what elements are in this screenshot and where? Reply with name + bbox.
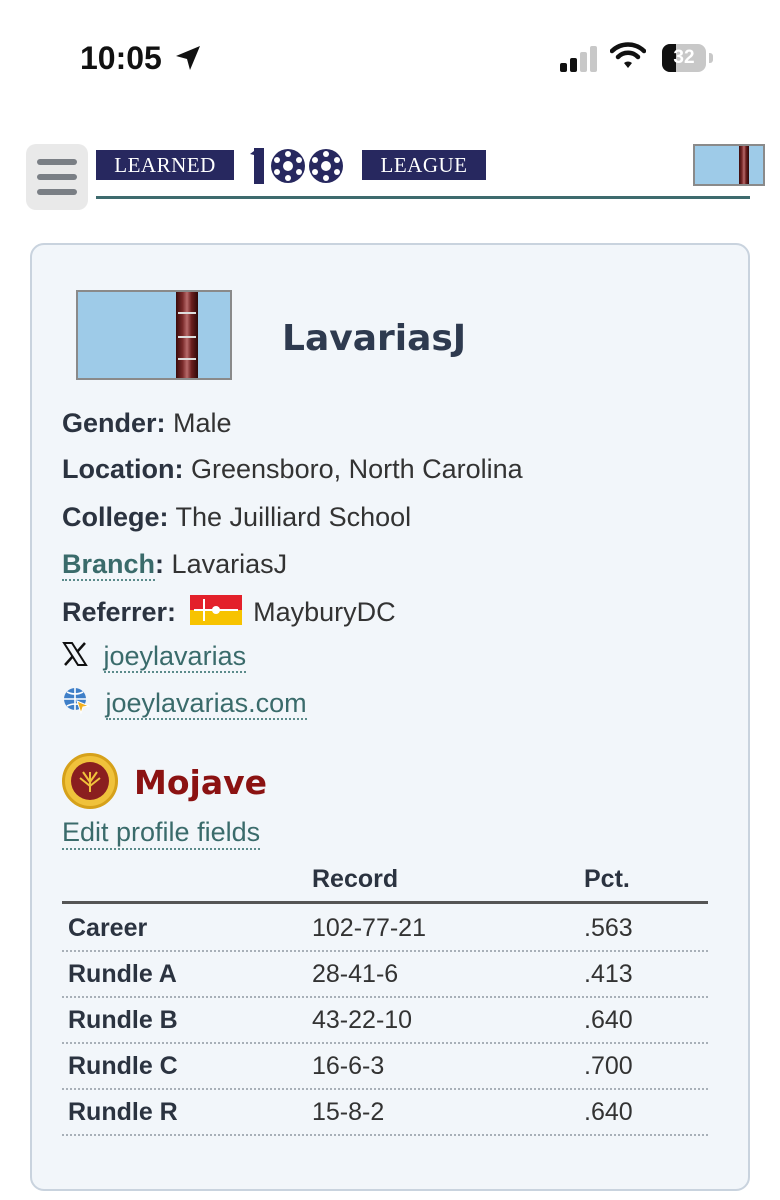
gender-label: Gender:: [62, 408, 166, 438]
row-label: Rundle B: [68, 1006, 178, 1034]
location-value: Greensboro, North Carolina: [191, 454, 523, 484]
cellular-signal-icon: [560, 46, 597, 72]
row-pct: .640: [584, 1006, 633, 1034]
row-label: Career: [68, 914, 148, 942]
table-row: Rundle R 15-8-2 .640: [62, 1088, 708, 1136]
battery-icon: 32: [662, 44, 706, 72]
globe-icon: [64, 688, 91, 715]
row-pct: .563: [584, 914, 633, 942]
row-record: 28-41-6: [312, 960, 399, 988]
x-logo-icon: [62, 642, 88, 666]
battery-level: 32: [673, 47, 695, 68]
site-logo[interactable]: LEARNED 100 LEAGUE: [96, 146, 488, 186]
stats-header-pct: Pct.: [584, 865, 630, 893]
location-arrow-icon: [176, 46, 200, 70]
table-row: Career 102-77-21 .563: [62, 904, 708, 952]
branch-field: Branch: LavariasJ: [62, 549, 288, 581]
branch-value: LavariasJ: [171, 549, 288, 579]
profile-card: LavariasJ Gender: Male Location: Greensb…: [30, 243, 750, 1191]
row-label: Rundle R: [68, 1098, 178, 1126]
table-row: Rundle C 16-6-3 .700: [62, 1042, 708, 1090]
wifi-icon: [610, 42, 646, 68]
referrer-value[interactable]: MayburyDC: [253, 597, 396, 627]
logo-100-icon: [250, 148, 343, 184]
team-name[interactable]: Mojave: [134, 763, 267, 802]
website-field: joeylavarias.com: [62, 686, 307, 720]
team-logo-icon: [62, 753, 118, 809]
college-value: The Juilliard School: [175, 502, 412, 532]
college-field: College: The Juilliard School: [62, 502, 411, 533]
referrer-label: Referrer:: [62, 597, 177, 627]
logo-league-text: LEAGUE: [362, 150, 486, 180]
logo-learned-text: LEARNED: [96, 150, 234, 180]
x-handle-field: joeylavarias: [62, 641, 247, 673]
gender-field: Gender: Male: [62, 408, 232, 439]
edit-profile-link[interactable]: Edit profile fields: [62, 817, 261, 850]
battery-cap: [709, 53, 713, 63]
table-row: Rundle B 43-22-10 .640: [62, 996, 708, 1044]
row-pct: .700: [584, 1052, 633, 1080]
location-label: Location:: [62, 454, 184, 484]
x-handle-link[interactable]: joeylavarias: [103, 641, 247, 673]
row-record: 102-77-21: [312, 914, 426, 942]
referrer-field: Referrer: MayburyDC: [62, 595, 396, 628]
row-label: Rundle C: [68, 1052, 178, 1080]
branch-label-link[interactable]: Branch: [62, 549, 156, 581]
profile-username: LavariasJ: [282, 318, 467, 359]
location-field: Location: Greensboro, North Carolina: [62, 454, 523, 485]
gender-value: Male: [173, 408, 232, 438]
status-time: 10:05: [80, 40, 162, 76]
row-record: 16-6-3: [312, 1052, 385, 1080]
menu-button[interactable]: [26, 144, 88, 210]
profile-avatar: [76, 290, 232, 380]
row-pct: .640: [584, 1098, 633, 1126]
row-record: 15-8-2: [312, 1098, 385, 1126]
row-record: 43-22-10: [312, 1006, 413, 1034]
stats-header-record: Record: [312, 865, 399, 893]
status-bar: 10:05 32: [0, 0, 780, 110]
website-link[interactable]: joeylavarias.com: [105, 688, 307, 720]
user-avatar[interactable]: [693, 144, 765, 186]
header-divider: [96, 196, 750, 199]
referrer-flag-icon: [189, 595, 242, 625]
college-label: College:: [62, 502, 169, 532]
table-row: Rundle A 28-41-6 .413: [62, 950, 708, 998]
row-label: Rundle A: [68, 960, 177, 988]
logo-100-text: 100: [248, 146, 348, 193]
row-pct: .413: [584, 960, 633, 988]
